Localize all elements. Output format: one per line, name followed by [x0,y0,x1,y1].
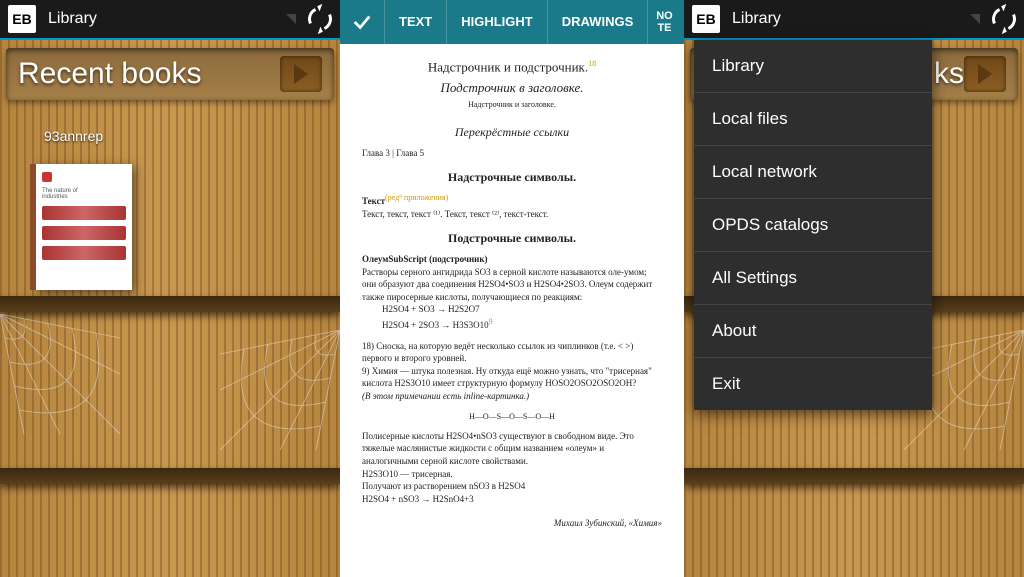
doc-text: Текст, текст, текст ⁽¹⁾. Текст, текст ⁽²… [362,208,662,221]
next-arrow-button[interactable] [964,56,1006,92]
doc-text: Полисерные кислоты H2SO4•nSO3 существуют… [362,430,662,468]
panel-library-shelf: EB Library Recent books 93annrep The nat… [0,0,340,577]
doc-equation: H2SO4 + SO3 → H2S2O7 [382,303,662,316]
doc-text: Глава 3 | Глава 5 [362,147,662,160]
doc-formula-diagram: H—O—S—O—S—O—H [362,411,662,422]
menu-item-library[interactable]: Library [694,40,932,93]
doc-text: ОлеумSubScript (подстрочник) [362,253,662,266]
screen-title: Library [732,10,970,28]
book-title-label: 93annrep [44,128,103,144]
shelf-ledge [0,296,340,312]
tab-text[interactable]: TEXT [384,0,446,44]
menu-item-settings[interactable]: All Settings [694,252,932,305]
doc-text: Текст(ред⁹ приложения) [362,192,662,208]
section-banner: Recent books [6,48,334,100]
book-thumbnail[interactable]: The nature ofindustries [36,164,132,290]
menu-item-local-files[interactable]: Local files [694,93,932,146]
main-menu-dropdown: Library Local files Local network OPDS c… [694,40,932,410]
document-page[interactable]: Надстрочник и подстрочник.18 Подстрочник… [340,44,684,544]
doc-subheading: Надстрочные символы. [362,169,662,186]
panel-reader: TEXT HIGHLIGHT DRAWINGS NO TE Надстрочни… [340,0,684,577]
tab-drawings[interactable]: DRAWINGS [547,0,648,44]
refresh-icon[interactable] [305,4,336,35]
app-logo-icon[interactable]: EB [8,5,36,33]
tab-highlight[interactable]: HIGHLIGHT [446,0,547,44]
section-title: Recent books [18,57,280,91]
doc-subheading: Подстрочные символы. [362,230,662,247]
doc-text: Растворы серного ангидрида SO3 в серной … [362,266,662,304]
next-arrow-button[interactable] [280,56,322,92]
doc-subheading: Перекрёстные ссылки [362,124,662,141]
annotation-toolbar: TEXT HIGHLIGHT DRAWINGS NO TE [340,0,684,44]
doc-text: H2S3O10 — трисерная. [362,468,662,481]
shelf-ledge [0,468,340,484]
doc-heading: Надстрочник и подстрочник.18 [362,58,662,77]
doc-text: H2SO4 + nSO3 → H2SnO4+3 [362,493,662,506]
menu-item-about[interactable]: About [694,305,932,358]
topbar: EB Library [0,0,340,40]
app-logo-icon[interactable]: EB [692,5,720,33]
dropdown-indicator-icon[interactable] [286,14,296,24]
doc-subtext: Надстрочник и заголовке. [362,99,662,110]
menu-item-opds[interactable]: OPDS catalogs [694,199,932,252]
menu-item-exit[interactable]: Exit [694,358,932,410]
dropdown-indicator-icon[interactable] [970,14,980,24]
shelf-ledge [684,468,1024,484]
doc-footnote: 9) Химия — штука полезная. Ну откуда ещё… [362,365,662,390]
doc-heading: Подстрочник в заголовке. [362,79,662,97]
doc-footnote: (В этом примечании есть inline-картинка.… [362,390,662,403]
menu-item-local-network[interactable]: Local network [694,146,932,199]
doc-text: Получают из растворением nSO3 в H2SO4 [362,480,662,493]
tab-note[interactable]: NO TE [647,0,681,44]
panel-library-menu: EB Library ks Library Local files Local … [684,0,1024,577]
refresh-icon[interactable] [989,4,1020,35]
doc-equation: H2SO4 + 2SO3 → H3S3O109 [382,316,662,332]
screen-title: Library [48,10,286,28]
topbar: EB Library [684,0,1024,40]
doc-author: Михаил Зубинский, «Химия» [362,517,662,530]
confirm-check-icon[interactable] [340,11,384,33]
doc-footnote: 18) Сноска, на которую ведёт несколько с… [362,340,662,365]
